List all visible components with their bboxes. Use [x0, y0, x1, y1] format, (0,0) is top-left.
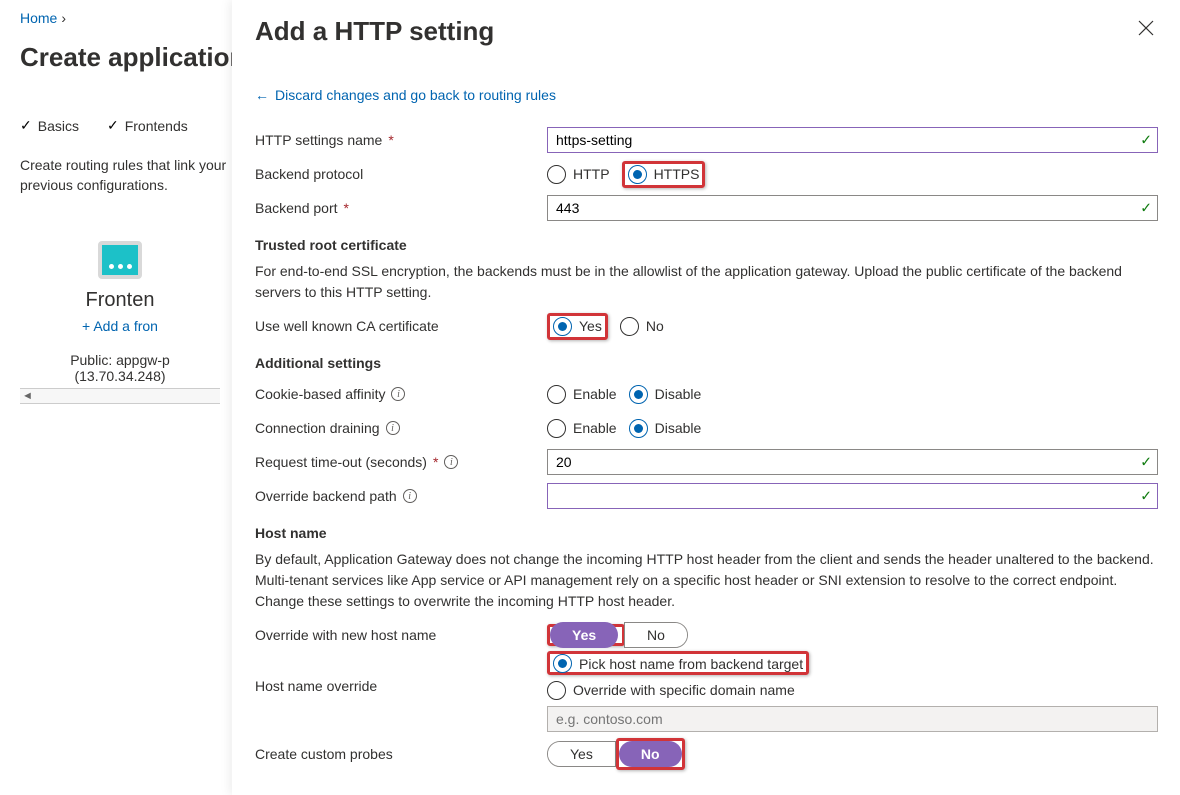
ca-no-radio[interactable]: No — [620, 317, 664, 336]
protocol-https-label: HTTPS — [654, 166, 700, 182]
tab-frontends[interactable]: ✓ Frontends — [107, 117, 188, 134]
frontend-ip: (13.70.34.248) — [20, 368, 220, 384]
host-name-heading: Host name — [255, 525, 1158, 541]
frontends-title: Fronten — [20, 289, 220, 312]
protocol-http-radio[interactable]: HTTP — [547, 165, 610, 184]
highlight-override-yes: Yes — [547, 624, 625, 646]
frontend-public-label: Public: appgw-p — [20, 352, 220, 368]
backend-port-input[interactable] — [547, 195, 1158, 221]
valid-check-icon: ✓ — [1140, 488, 1152, 505]
specific-domain-radio[interactable]: Override with specific domain name — [547, 681, 795, 700]
panel-title: Add a HTTP setting — [255, 16, 494, 47]
info-icon[interactable]: i — [391, 387, 405, 401]
backend-protocol-label: Backend protocol — [255, 166, 547, 182]
horizontal-scrollbar[interactable]: ◄ — [20, 388, 220, 404]
cookie-enable-radio[interactable]: Enable — [547, 385, 617, 404]
trusted-cert-description: For end-to-end SSL encryption, the backe… — [255, 261, 1158, 303]
domain-name-input — [547, 706, 1158, 732]
ca-yes-radio[interactable]: Yes — [553, 317, 602, 336]
backend-port-label: Backend port* — [255, 200, 547, 216]
cookie-disable-radio[interactable]: Disable — [629, 385, 702, 404]
tab-basics-label: Basics — [38, 118, 79, 134]
override-backend-path-label: Override backend path i — [255, 488, 547, 504]
frontends-box: Fronten + Add a fron Public: appgw-p (13… — [20, 241, 220, 404]
override-backend-path-input[interactable] — [547, 483, 1158, 509]
host-name-override-label: Host name override — [255, 654, 547, 694]
drain-enable-label: Enable — [573, 420, 617, 436]
ca-cert-label: Use well known CA certificate — [255, 318, 547, 334]
scroll-left-icon[interactable]: ◄ — [22, 390, 33, 402]
info-icon[interactable]: i — [403, 489, 417, 503]
frontends-icon — [98, 241, 142, 279]
discard-link[interactable]: ← Discard changes and go back to routing… — [255, 87, 1158, 103]
protocol-http-label: HTTP — [573, 166, 610, 182]
highlight-https: HTTPS — [622, 161, 706, 188]
ca-yes-label: Yes — [579, 318, 602, 334]
protocol-https-radio[interactable]: HTTPS — [628, 165, 700, 184]
override-host-no[interactable]: No — [625, 623, 687, 647]
check-icon: ✓ — [107, 117, 119, 134]
connection-draining-label: Connection draining i — [255, 420, 547, 436]
drain-enable-radio[interactable]: Enable — [547, 419, 617, 438]
close-button[interactable] — [1134, 16, 1158, 43]
discard-link-label: Discard changes and go back to routing r… — [275, 87, 556, 103]
host-name-description: By default, Application Gateway does not… — [255, 549, 1158, 612]
highlight-pick-host: Pick host name from backend target — [547, 651, 809, 675]
request-timeout-label: Request time-out (seconds)* i — [255, 454, 547, 470]
close-icon — [1138, 20, 1154, 36]
cookie-enable-label: Enable — [573, 386, 617, 402]
valid-check-icon: ✓ — [1140, 132, 1152, 149]
ca-no-label: No — [646, 318, 664, 334]
add-frontend-link[interactable]: + Add a fron — [82, 318, 158, 334]
arrow-left-icon: ← — [255, 87, 269, 103]
custom-probes-label: Create custom probes — [255, 746, 547, 762]
breadcrumb-home[interactable]: Home — [20, 10, 57, 26]
trusted-cert-heading: Trusted root certificate — [255, 237, 1158, 253]
pick-host-radio[interactable]: Pick host name from backend target — [553, 654, 803, 673]
http-settings-name-input[interactable] — [547, 127, 1158, 153]
drain-disable-radio[interactable]: Disable — [629, 419, 702, 438]
specific-domain-label: Override with specific domain name — [573, 682, 795, 698]
info-icon[interactable]: i — [444, 455, 458, 469]
chevron-right-icon: › — [61, 10, 66, 26]
probes-yes[interactable]: Yes — [548, 742, 615, 766]
drain-disable-label: Disable — [655, 420, 702, 436]
http-setting-panel: Add a HTTP setting ← Discard changes and… — [232, 0, 1180, 795]
name-label: HTTP settings name* — [255, 132, 547, 148]
override-host-yes[interactable]: Yes — [550, 622, 618, 648]
highlight-probes-no: No — [616, 738, 685, 770]
additional-settings-heading: Additional settings — [255, 355, 1158, 371]
probes-no[interactable]: No — [619, 741, 682, 767]
tab-basics[interactable]: ✓ Basics — [20, 117, 79, 134]
request-timeout-input[interactable] — [547, 449, 1158, 475]
check-icon: ✓ — [20, 117, 32, 134]
valid-check-icon: ✓ — [1140, 454, 1152, 471]
valid-check-icon: ✓ — [1140, 200, 1152, 217]
page-subtext: Create routing rules that link your prev… — [20, 156, 240, 195]
pick-host-label: Pick host name from backend target — [579, 656, 803, 672]
override-host-label: Override with new host name — [255, 627, 547, 643]
cookie-affinity-label: Cookie-based affinity i — [255, 386, 547, 402]
highlight-ca-yes: Yes — [547, 313, 608, 340]
tab-frontends-label: Frontends — [125, 118, 188, 134]
cookie-disable-label: Disable — [655, 386, 702, 402]
info-icon[interactable]: i — [386, 421, 400, 435]
